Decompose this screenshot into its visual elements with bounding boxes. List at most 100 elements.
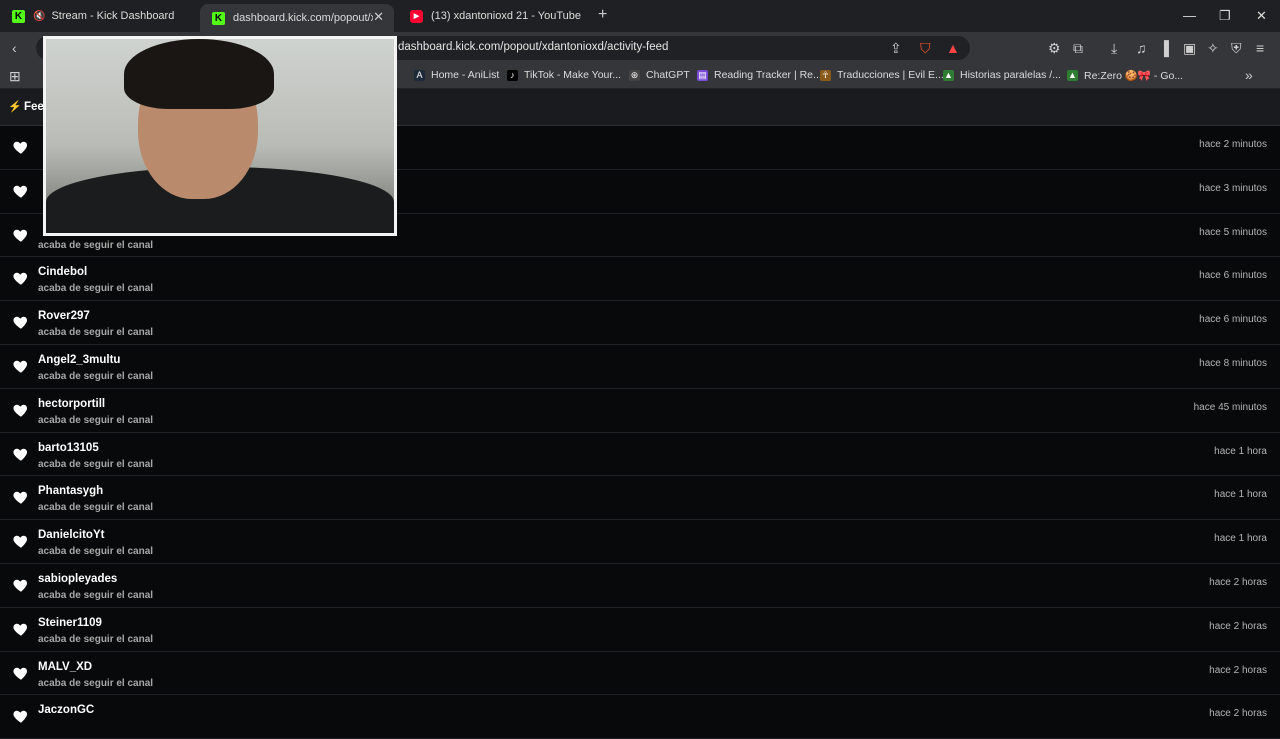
heart-icon xyxy=(13,185,28,198)
event-time: hace 45 minutos xyxy=(1193,401,1267,413)
bookmark-reading-tracker[interactable]: ▤ Reading Tracker | Re... xyxy=(697,69,822,81)
follow-action: acaba de seguir el canal xyxy=(38,327,154,339)
feed-row: barto13105 acaba de seguir el canal hace 1… xyxy=(0,433,1280,477)
event-time: hace 3 minutos xyxy=(1199,182,1267,194)
heart-icon xyxy=(13,273,28,286)
event-time: hace 2 horas xyxy=(1209,576,1267,588)
google-drive-icon: ▲ xyxy=(1067,70,1078,81)
tab-title: Stream - Kick Dashboard xyxy=(51,10,175,22)
minimize-button[interactable]: — xyxy=(1183,8,1196,23)
follow-action: acaba de seguir el canal xyxy=(38,414,154,426)
bookmark-historias[interactable]: ▲ Historias paralelas /... xyxy=(943,69,1061,81)
feed-row: JaczonGC hace 2 horas xyxy=(0,695,1280,739)
follow-action: acaba de seguir el canal xyxy=(38,239,154,251)
heart-icon xyxy=(13,141,28,154)
bookmark-anilist[interactable]: A Home - AniList xyxy=(414,69,499,81)
feed-row: sabiopleyades acaba de seguir el canal hac… xyxy=(0,564,1280,608)
follow-action: acaba de seguir el canal xyxy=(38,370,154,382)
close-window-button[interactable]: ✕ xyxy=(1256,8,1267,24)
wallet-icon[interactable]: ▣ xyxy=(1183,40,1196,57)
heart-icon xyxy=(13,711,28,724)
follower-name: DanielcitoYt xyxy=(38,529,105,542)
follow-action: acaba de seguir el canal xyxy=(38,546,154,558)
feed-row: Angel2_3multuacaba de seguir el canal hac… xyxy=(0,345,1280,389)
follower-name: sabiopleyades xyxy=(38,572,118,585)
reading-tracker-icon: ▤ xyxy=(697,69,708,81)
follow-action: acaba de seguir el canal xyxy=(38,633,154,645)
extensions-icon[interactable]: ⚙ xyxy=(1048,40,1061,57)
event-time: hace 5 minutos xyxy=(1199,226,1267,238)
follower-name: Rover297 xyxy=(38,310,90,323)
follower-name: Angel2_3multu xyxy=(38,353,121,366)
event-time: hace 1 hora xyxy=(1214,533,1267,545)
media-icon[interactable]: ♫ xyxy=(1136,40,1147,56)
bookmark-traducciones[interactable]: ☥ Traducciones | Evil E... xyxy=(820,69,944,81)
google-drive-icon: ▲ xyxy=(943,69,954,81)
follow-action: acaba de seguir el canal xyxy=(38,458,154,470)
bookmark-rezero[interactable]: ▲ Re:Zero 🍪🎀 - Go... xyxy=(1067,69,1183,82)
event-time: hace 1 hora xyxy=(1214,445,1267,457)
webcam-video xyxy=(46,39,394,233)
feed-row: MALV_XDacaba de seguir el canal hace 2 ho… xyxy=(0,652,1280,696)
event-time: hace 2 horas xyxy=(1209,664,1267,676)
traducciones-icon: ☥ xyxy=(820,69,831,81)
lightning-icon: ⚡ xyxy=(8,101,22,113)
bookmark-label: Traducciones | Evil E... xyxy=(837,69,944,81)
bookmark-label: Home - AniList xyxy=(431,69,500,81)
rewards-icon[interactable]: ▲ xyxy=(946,40,960,56)
follow-action: acaba de seguir el canal xyxy=(38,677,154,689)
bookmark-label: Historias paralelas /... xyxy=(960,69,1061,81)
heart-icon xyxy=(13,623,28,636)
tab-youtube[interactable]: ▶ (13) xdantonioxd 21 - YouTube xyxy=(398,4,592,28)
share-icon[interactable]: ⇪ xyxy=(890,40,902,57)
tab-activity-feed[interactable]: K dashboard.kick.com/popout/xdantonioxd/… xyxy=(200,4,394,32)
url-text[interactable]: dashboard.kick.com/popout/xdantonioxd/ac… xyxy=(398,41,818,53)
muted-icon[interactable]: 🔇 xyxy=(33,11,45,22)
feed-row: DanielcitoYt acaba de seguir el canal hace… xyxy=(0,520,1280,564)
feed-row: Cindebol acaba de seguir el canal hace 6 m… xyxy=(0,257,1280,302)
follower-name: Phantasygh xyxy=(38,485,104,498)
event-time: hace 6 minutos xyxy=(1199,270,1267,282)
screenshot-icon[interactable]: ⧉ xyxy=(1073,40,1083,57)
heart-icon xyxy=(13,492,28,505)
event-time: hace 2 horas xyxy=(1209,708,1267,720)
new-tab-button[interactable]: + xyxy=(598,6,607,24)
feed-row: Steiner1109 acaba de seguir el canal hace … xyxy=(0,608,1280,652)
bookmark-tiktok[interactable]: ♪ TikTok - Make Your... xyxy=(507,69,621,81)
chatgpt-icon: ⊛ xyxy=(629,69,640,81)
event-time: hace 2 minutos xyxy=(1199,139,1267,150)
bookmark-label: TikTok - Make Your... xyxy=(524,69,622,81)
heart-icon xyxy=(13,667,28,680)
event-time: hace 2 horas xyxy=(1209,620,1267,632)
feed-row: hectorportill acaba de seguir el canal hac… xyxy=(0,389,1280,433)
heart-icon xyxy=(13,360,28,373)
tab-strip: K 🔇 Stream - Kick Dashboard K dashboard.… xyxy=(0,0,1280,32)
follower-name: JaczonGC xyxy=(38,704,95,717)
leo-icon[interactable]: ✧ xyxy=(1207,40,1219,57)
apps-grid-icon[interactable]: ⊞ xyxy=(9,68,21,85)
heart-icon xyxy=(13,448,28,461)
bookmark-label: ChatGPT xyxy=(646,69,690,81)
follower-name: MALV_XD xyxy=(38,660,93,673)
download-icon[interactable]: ⤓ xyxy=(1111,40,1117,57)
kick-icon: K xyxy=(12,9,25,23)
bookmark-chatgpt[interactable]: ⊛ ChatGPT xyxy=(629,69,690,81)
bookmark-label: Reading Tracker | Re... xyxy=(714,69,822,81)
close-tab-icon[interactable]: ✕ xyxy=(373,9,384,25)
follower-name: hectorportill xyxy=(38,397,106,410)
vpn-icon[interactable]: ⛨ xyxy=(1231,40,1242,57)
webcam-overlay xyxy=(43,36,397,236)
tab-kick-dashboard[interactable]: K 🔇 Stream - Kick Dashboard xyxy=(0,4,198,28)
tab-title: (13) xdantonioxd 21 - YouTube xyxy=(431,10,582,22)
bookmark-label: Re:Zero 🍪🎀 - Go... xyxy=(1084,70,1184,82)
brave-shields-icon[interactable]: ⛉ xyxy=(920,40,931,57)
anilist-icon: A xyxy=(414,69,425,81)
more-bookmarks-icon[interactable]: » xyxy=(1245,67,1253,83)
heart-icon xyxy=(13,535,28,548)
back-icon[interactable]: ‹ xyxy=(12,40,17,56)
menu-icon[interactable]: ≡ xyxy=(1256,40,1264,56)
youtube-icon: ▶ xyxy=(410,9,423,23)
event-time: hace 8 minutos xyxy=(1199,357,1267,369)
maximize-button[interactable]: ❐ xyxy=(1219,8,1231,24)
sidebar-icon[interactable]: ▐ xyxy=(1159,40,1169,56)
